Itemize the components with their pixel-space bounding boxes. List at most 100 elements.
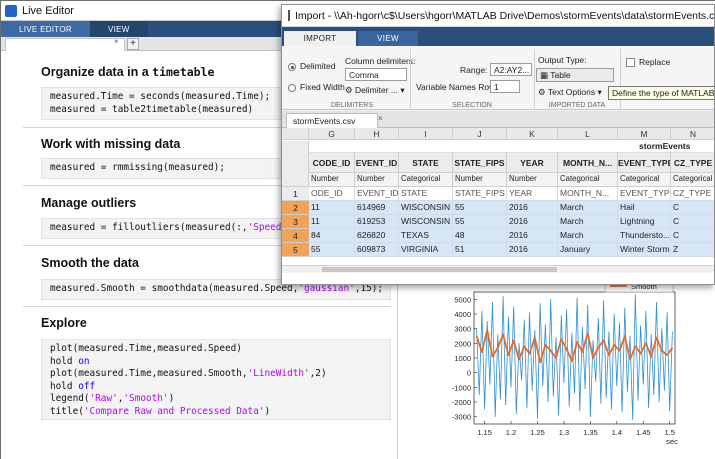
- data-cell[interactable]: 2016: [507, 243, 558, 257]
- data-cell[interactable]: March: [558, 201, 618, 215]
- column-letter-header[interactable]: G: [309, 128, 355, 140]
- delimiter-options-button[interactable]: ⚙ Delimiter ... ▾: [345, 85, 405, 96]
- replace-checkbox[interactable]: [626, 58, 635, 67]
- variable-name-cell[interactable]: CODE_ID: [309, 153, 355, 173]
- data-cell[interactable]: 2016: [507, 215, 558, 229]
- column-letter-header[interactable]: N: [671, 128, 714, 140]
- variable-name-cell[interactable]: MONTH_N...: [558, 153, 618, 173]
- data-cell[interactable]: STATE_FIPS: [453, 187, 507, 201]
- data-cell[interactable]: 48: [453, 229, 507, 243]
- delimiter-select[interactable]: Comma: [345, 68, 407, 81]
- data-cell[interactable]: 84: [309, 229, 355, 243]
- import-data-grid[interactable]: stormEvents G H I J K L M N CODE_ID EVENT_ID STATE…: [282, 128, 714, 284]
- data-cell[interactable]: Hail: [618, 201, 671, 215]
- output-type-dropdown[interactable]: ▦ Table: [536, 68, 614, 82]
- data-cell[interactable]: 55: [309, 243, 355, 257]
- data-cell[interactable]: 2016: [507, 229, 558, 243]
- variable-type-dropdown[interactable]: Number: [355, 173, 399, 187]
- variable-type-dropdown[interactable]: Number: [507, 173, 558, 187]
- column-letter-header[interactable]: I: [399, 128, 453, 140]
- column-letter-header[interactable]: M: [618, 128, 671, 140]
- variable-type-dropdown[interactable]: Categorical: [558, 173, 618, 187]
- data-cell[interactable]: EVENT_ID: [355, 187, 399, 201]
- replace-label[interactable]: Replace: [639, 57, 670, 67]
- variable-name-cell[interactable]: EVENT_ID: [355, 153, 399, 173]
- variable-name-cell[interactable]: CZ_TYPE: [671, 153, 714, 173]
- data-cell[interactable]: ODE_ID: [309, 187, 355, 201]
- column-letter-header[interactable]: L: [558, 128, 618, 140]
- document-tab[interactable]: [5, 38, 125, 51]
- data-cell[interactable]: 609873: [355, 243, 399, 257]
- data-cell[interactable]: 51: [453, 243, 507, 257]
- data-cell[interactable]: 2016: [507, 201, 558, 215]
- raw-vs-smooth-plot[interactable]: 5000 4000 3000 2000 1000 0 -1000 -2000 -3000 1.15…: [405, 272, 715, 459]
- delimited-radio[interactable]: [288, 63, 296, 71]
- close-tab-icon[interactable]: ×: [114, 37, 119, 46]
- data-cell[interactable]: WISCONSIN: [399, 201, 453, 215]
- data-cell[interactable]: 55: [453, 201, 507, 215]
- fixed-width-radio[interactable]: [288, 84, 296, 92]
- row-header[interactable]: 5: [282, 243, 309, 257]
- data-cell[interactable]: TEXAS: [399, 229, 453, 243]
- data-cell[interactable]: Lightning: [618, 215, 671, 229]
- variable-name-cell[interactable]: STATE: [399, 153, 453, 173]
- data-cell[interactable]: WISCONSIN: [399, 215, 453, 229]
- data-cell[interactable]: YEAR: [507, 187, 558, 201]
- code-line[interactable]: title('Compare Raw and Processed Data'): [50, 406, 382, 419]
- data-cell[interactable]: Winter Storm: [618, 243, 671, 257]
- column-letter-header[interactable]: H: [355, 128, 399, 140]
- text-options-button[interactable]: ⚙ Text Options ▾: [538, 87, 602, 98]
- data-cell[interactable]: January: [558, 243, 618, 257]
- column-letter-header[interactable]: J: [453, 128, 507, 140]
- delimited-label[interactable]: Delimited: [300, 61, 335, 71]
- data-cell[interactable]: 626820: [355, 229, 399, 243]
- range-input[interactable]: A2:AY2...: [490, 63, 532, 76]
- data-cell[interactable]: STATE: [399, 187, 453, 201]
- close-file-tab-icon[interactable]: ×: [378, 114, 383, 123]
- data-cell[interactable]: CZ_TYPE: [671, 187, 714, 201]
- data-cell[interactable]: MONTH_N...: [558, 187, 618, 201]
- code-line[interactable]: hold on: [50, 356, 382, 369]
- data-cell[interactable]: 55: [453, 215, 507, 229]
- horizontal-scrollbar[interactable]: [282, 265, 714, 273]
- row-header[interactable]: 1: [282, 187, 309, 201]
- data-cell[interactable]: EVENT_TYPE: [618, 187, 671, 201]
- tab-view[interactable]: VIEW: [89, 21, 148, 37]
- code-block-explore[interactable]: plot(measured.Time,measured.Speed) hold o…: [41, 339, 391, 420]
- data-cell[interactable]: Z: [671, 243, 714, 257]
- data-cell[interactable]: C: [671, 215, 714, 229]
- data-cell[interactable]: VIRGINIA: [399, 243, 453, 257]
- data-cell[interactable]: March: [558, 229, 618, 243]
- code-line[interactable]: plot(measured.Time,measured.Smooth,'Line…: [50, 368, 382, 381]
- row-header[interactable]: 3: [282, 215, 309, 229]
- variable-type-dropdown[interactable]: Categorical: [671, 173, 714, 187]
- data-cell[interactable]: Thundersto...: [618, 229, 671, 243]
- variable-name-cell[interactable]: YEAR: [507, 153, 558, 173]
- variable-name-cell[interactable]: EVENT_TYPE: [618, 153, 671, 173]
- code-line[interactable]: hold off: [50, 381, 382, 394]
- file-tab[interactable]: stormEvents.csv: [286, 113, 378, 128]
- variable-type-dropdown[interactable]: Categorical: [618, 173, 671, 187]
- data-cell[interactable]: 614969: [355, 201, 399, 215]
- data-cell[interactable]: C: [671, 229, 714, 243]
- data-cell[interactable]: March: [558, 215, 618, 229]
- row-header[interactable]: 2: [282, 201, 309, 215]
- code-line[interactable]: plot(measured.Time,measured.Speed): [50, 343, 382, 356]
- code-line[interactable]: legend('Raw','Smooth'): [50, 393, 382, 406]
- tab-live-editor[interactable]: LIVE EDITOR: [1, 21, 90, 37]
- data-cell[interactable]: 619253: [355, 215, 399, 229]
- data-cell[interactable]: C: [671, 201, 714, 215]
- column-letter-header[interactable]: K: [507, 128, 558, 140]
- row-header[interactable]: 4: [282, 229, 309, 243]
- figure-output[interactable]: 5000 4000 3000 2000 1000 0 -1000 -2000 -3000 1.15…: [405, 272, 715, 459]
- variable-type-dropdown[interactable]: Number: [309, 173, 355, 187]
- data-cell[interactable]: 11: [309, 215, 355, 229]
- variable-type-dropdown[interactable]: Number: [453, 173, 507, 187]
- variable-type-dropdown[interactable]: Categorical: [399, 173, 453, 187]
- data-cell[interactable]: 11: [309, 201, 355, 215]
- fixed-width-label[interactable]: Fixed Width: [300, 82, 345, 92]
- scrollbar-thumb[interactable]: [322, 267, 557, 272]
- tab-view[interactable]: VIEW: [358, 31, 418, 46]
- new-tab-button[interactable]: +: [127, 38, 139, 50]
- tab-import[interactable]: IMPORT: [284, 31, 356, 46]
